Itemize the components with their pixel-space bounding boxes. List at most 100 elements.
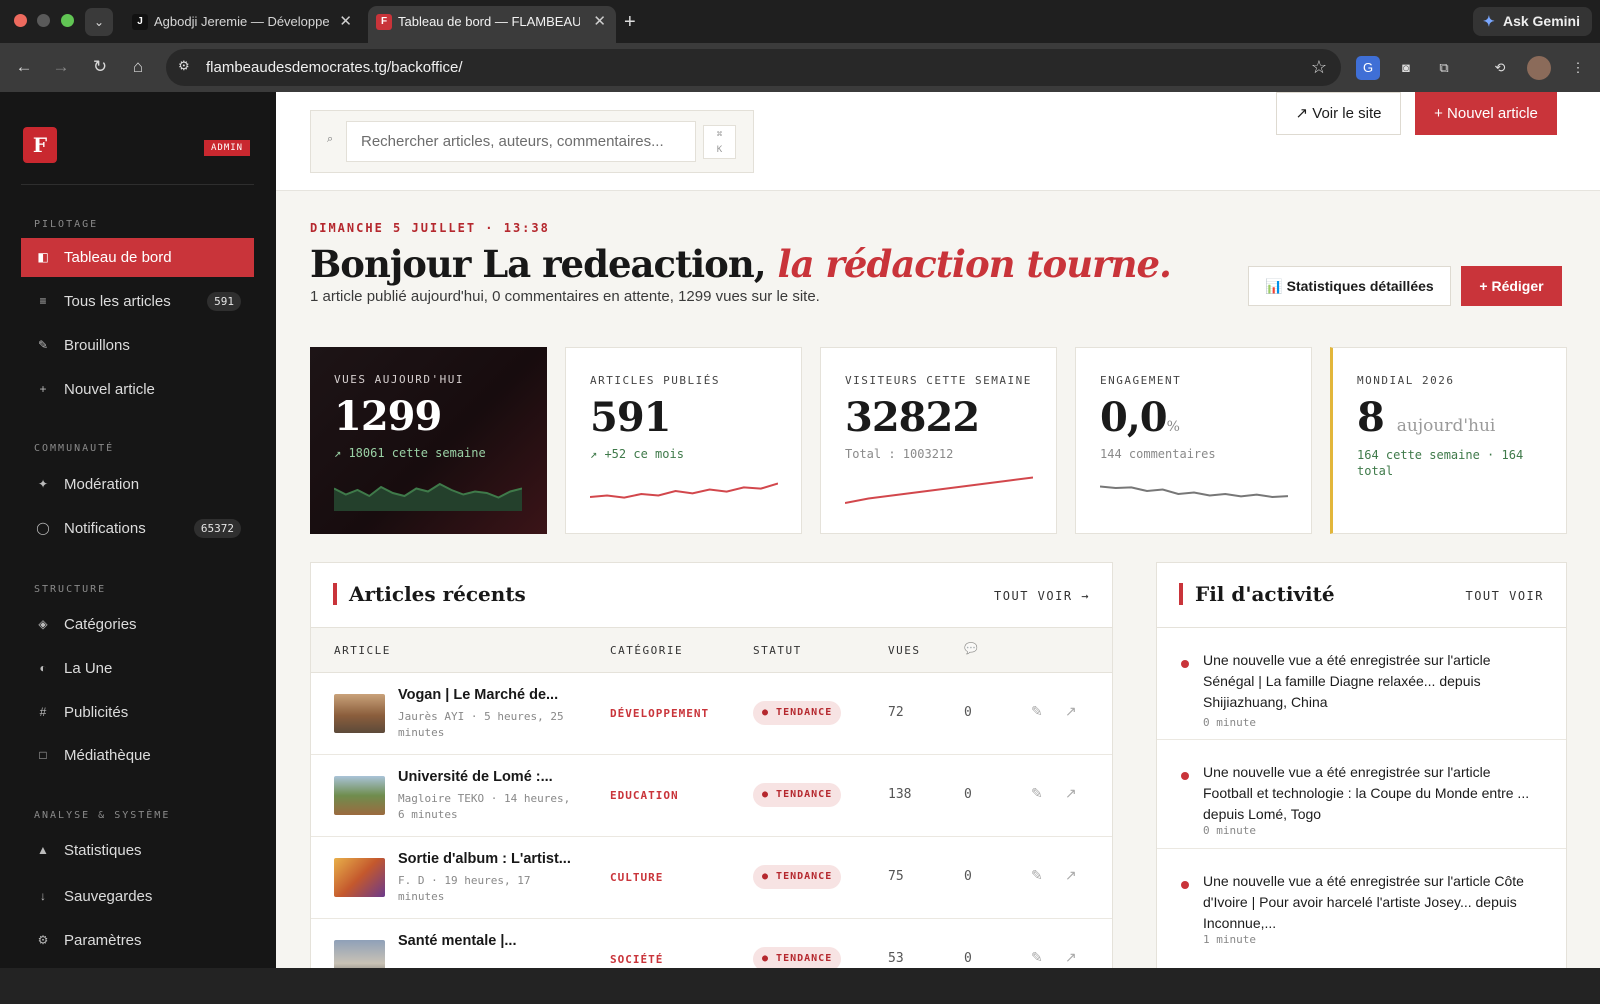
open-icon[interactable]: ↗	[1065, 703, 1077, 720]
visitors-sparkline	[845, 476, 1033, 504]
stat-value: 32822	[845, 394, 980, 441]
stat-card-mondial: MONDIAL 2026 8 aujourd'hui 164 cette sem…	[1330, 347, 1567, 534]
feed-item[interactable]: Une nouvelle vue a été enregistrée sur l…	[1157, 740, 1566, 849]
sidebar-item-mediatheque[interactable]: □ Médiathèque	[21, 736, 254, 775]
article-title[interactable]: Université de Lomé :...	[398, 769, 553, 785]
ask-gemini-button[interactable]: ✦ Ask Gemini	[1472, 7, 1592, 36]
close-window-button[interactable]	[14, 14, 27, 27]
sidebar-item-dashboard[interactable]: ◧ Tableau de bord	[21, 238, 254, 277]
column-status: STATUT	[753, 644, 802, 657]
edit-icon[interactable]: ✎	[1031, 867, 1043, 884]
column-category: CATÉGORIE	[610, 644, 684, 657]
tab-search-button[interactable]: ⌄	[85, 8, 113, 36]
site-info-icon[interactable]: ⚙	[178, 58, 196, 76]
address-bar[interactable]: ⚙ flambeaudesdemocrates.tg/backoffice/ ☆	[166, 49, 1341, 86]
see-all-articles-link[interactable]: TOUT VOIR →	[994, 589, 1090, 603]
sidebar-item-label: Brouillons	[64, 337, 130, 354]
notifications-count-badge: 65372	[193, 519, 241, 538]
engagement-value: 0,0	[1100, 394, 1168, 441]
table-row[interactable]: Santé mentale |... SOCIÉTÉ ● TENDANCE 53…	[311, 919, 1112, 968]
status-text: TENDANCE	[776, 707, 833, 718]
column-article: ARTICLE	[334, 644, 391, 657]
sidebar-item-articles[interactable]: ≡ Tous les articles 591	[21, 282, 254, 321]
activity-dot-icon	[1181, 660, 1189, 668]
greeting-accent: la rédaction tourne.	[777, 242, 1172, 286]
extensions-puzzle-icon[interactable]: ⧉	[1432, 56, 1456, 80]
home-icon[interactable]: ⌂	[124, 53, 152, 81]
see-all-activity-link[interactable]: TOUT VOIR	[1465, 589, 1544, 603]
sidebar-item-publicites[interactable]: # Publicités	[21, 693, 254, 732]
article-title[interactable]: Santé mentale |...	[398, 933, 517, 949]
forward-icon[interactable]: →	[47, 53, 75, 81]
stat-label: VISITEURS CETTE SEMAINE	[845, 374, 1032, 387]
sidebar-item-drafts[interactable]: ✎ Brouillons	[21, 326, 254, 365]
close-tab-icon[interactable]: ✕	[339, 6, 352, 38]
back-icon[interactable]: ←	[10, 53, 38, 81]
article-views: 72	[888, 705, 904, 720]
maximize-window-button[interactable]	[61, 14, 74, 27]
plus-icon: +	[39, 382, 47, 396]
tab-dashboard[interactable]: F Tableau de bord — FLAMBEAU ✕	[368, 6, 616, 43]
edit-icon[interactable]: ✎	[1031, 703, 1043, 720]
open-icon[interactable]: ↗	[1065, 949, 1077, 966]
sidebar-divider	[21, 184, 254, 185]
article-category: EDUCATION	[610, 789, 679, 802]
sidebar-item-la-une[interactable]: ◐ La Une	[21, 649, 254, 688]
table-row[interactable]: Vogan | Le Marché de... Jaurès AYI · 5 h…	[311, 673, 1112, 755]
activity-dot-icon	[1181, 772, 1189, 780]
table-row[interactable]: Sortie d'album : L'artist... F. D · 19 h…	[311, 837, 1112, 919]
stat-note: 144 commentaires	[1100, 447, 1216, 461]
article-comments: 0	[964, 787, 972, 802]
reload-icon[interactable]: ↻	[86, 53, 114, 81]
sidebar-item-label: Nouvel article	[64, 381, 155, 398]
edit-icon[interactable]: ✎	[1031, 785, 1043, 802]
open-icon[interactable]: ↗	[1065, 785, 1077, 802]
stat-card-articles: ARTICLES PUBLIÉS 591 ↗ +52 ce mois	[565, 347, 802, 534]
feed-item[interactable]: Une nouvelle vue a été enregistrée sur l…	[1157, 628, 1566, 740]
camera-extension-icon[interactable]: ◙	[1394, 56, 1418, 80]
open-icon[interactable]: ↗	[1065, 867, 1077, 884]
article-title[interactable]: Vogan | Le Marché de...	[398, 687, 558, 703]
stat-card-visitors: VISITEURS CETTE SEMAINE 32822 Total : 10…	[820, 347, 1057, 534]
browser-menu-icon[interactable]: ⋮	[1566, 56, 1590, 80]
search-icon: ⌕	[327, 133, 334, 145]
tab-agbodji[interactable]: J Agbodji Jeremie — Développe ✕	[124, 6, 362, 43]
write-button[interactable]: + Rédiger	[1461, 266, 1562, 306]
site-logo[interactable]: F	[23, 127, 57, 163]
new-article-button[interactable]: + Nouvel article	[1415, 92, 1557, 135]
stat-label: MONDIAL 2026	[1357, 374, 1455, 387]
table-row[interactable]: Université de Lomé :... Magloire TEKO · …	[311, 755, 1112, 837]
view-site-button[interactable]: ↗ Voir le site	[1276, 92, 1401, 135]
new-tab-button[interactable]: +	[624, 8, 636, 36]
sidebar-item-statistiques[interactable]: ▲ Statistiques	[21, 831, 254, 870]
sidebar-item-label: Catégories	[64, 616, 137, 633]
sidebar-item-new-article[interactable]: + Nouvel article	[21, 370, 254, 409]
stat-label: ARTICLES PUBLIÉS	[590, 374, 720, 387]
profile-avatar[interactable]	[1527, 56, 1551, 80]
article-views: 138	[888, 787, 912, 802]
bookmark-star-icon[interactable]: ☆	[1311, 49, 1327, 86]
detailed-stats-button[interactable]: 📊 Statistiques détaillées	[1248, 266, 1451, 306]
admin-sidebar: F ADMIN PILOTAGE ◧ Tableau de bord ≡ Tous …	[0, 92, 276, 968]
sidebar-item-sauvegardes[interactable]: ↓ Sauvegardes	[21, 877, 254, 916]
edit-icon[interactable]: ✎	[1031, 949, 1043, 966]
sidebar-item-moderation[interactable]: ✦ Modération	[21, 465, 254, 504]
sidebar-item-notifications[interactable]: ◯ Notifications 65372	[21, 509, 254, 548]
translate-extension-icon[interactable]: G	[1356, 56, 1380, 80]
search-input[interactable]	[346, 121, 696, 162]
k-key: K	[716, 145, 723, 155]
sidebar-item-categories[interactable]: ◈ Catégories	[21, 605, 254, 644]
stat-card-views: VUES AUJOURD'HUI 1299 ↗ 18061 cette sema…	[310, 347, 547, 534]
performance-icon[interactable]: ⟲	[1488, 56, 1512, 80]
article-thumbnail	[334, 776, 385, 815]
feed-item[interactable]: Une nouvelle vue a été enregistrée sur l…	[1157, 849, 1566, 958]
tab-title: Tableau de bord — FLAMBEAU	[398, 14, 580, 29]
sidebar-item-parametres[interactable]: ⚙ Paramètres	[21, 921, 254, 960]
sparkline-area	[334, 484, 522, 511]
minimize-window-button[interactable]	[37, 14, 50, 27]
gear-icon: ⚙	[37, 933, 49, 947]
article-title[interactable]: Sortie d'album : L'artist...	[398, 851, 571, 867]
status-text: TENDANCE	[776, 789, 833, 800]
recent-articles-panel: Articles récents TOUT VOIR → ARTICLE CAT…	[310, 562, 1113, 968]
close-tab-icon[interactable]: ✕	[593, 6, 606, 38]
